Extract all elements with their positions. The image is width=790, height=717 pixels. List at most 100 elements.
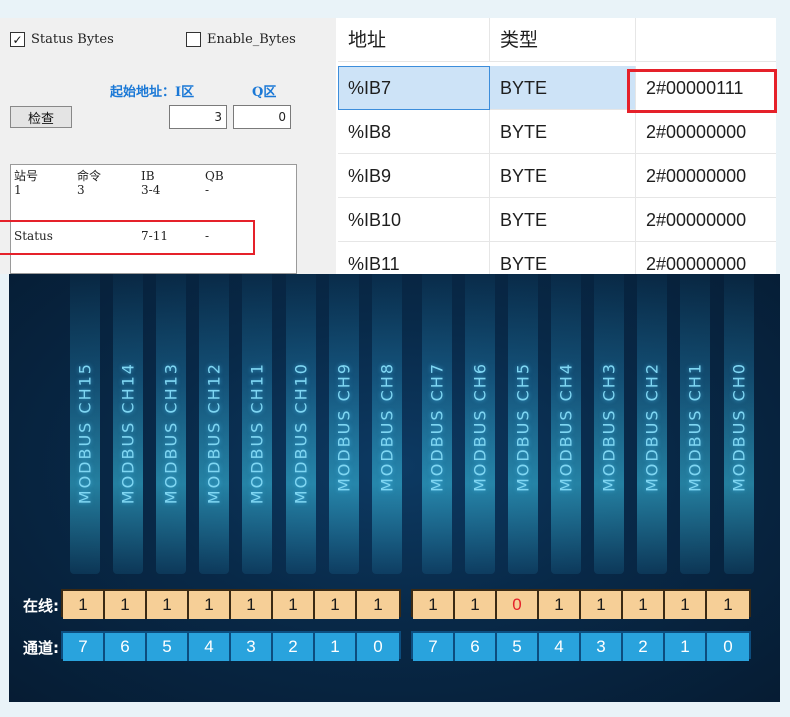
channel-number: 2 (273, 633, 315, 661)
header-type: 类型 (490, 18, 636, 62)
online-bit: 1 (623, 591, 665, 619)
channel-bits-high: 76543210 (61, 631, 401, 661)
channel-name: MODBUS CH14 (118, 362, 138, 505)
cell-station: 1 (14, 183, 22, 197)
online-bit: 1 (315, 591, 357, 619)
online-bit: 1 (105, 591, 147, 619)
status-bytes-checkbox[interactable]: ✓ Status Bytes (10, 32, 114, 47)
table-header: 地址 类型 (338, 18, 776, 62)
cell-ib: 3-4 (141, 183, 161, 197)
check-button[interactable]: 检查 (10, 106, 72, 128)
online-bit: 1 (231, 591, 273, 619)
channel-column-label: MODBUS CH14 (113, 274, 143, 574)
online-row-label: 在线: (23, 597, 59, 615)
channel-column-label: MODBUS CH12 (199, 274, 229, 574)
table-row[interactable]: %IB10 BYTE 2#00000000 (338, 198, 776, 242)
channel-name: MODBUS CH9 (334, 362, 354, 493)
value-highlight-box (627, 69, 777, 113)
channel-name: MODBUS CH7 (427, 362, 447, 493)
status-bytes-label: Status Bytes (31, 32, 114, 47)
q-start-address-input[interactable]: 0 (233, 105, 291, 129)
online-bit: 1 (539, 591, 581, 619)
channel-column-label: MODBUS CH2 (637, 274, 667, 574)
online-bit: 1 (357, 591, 399, 619)
channel-number: 4 (539, 633, 581, 661)
enable-bytes-checkbox[interactable]: Enable_Bytes (186, 32, 296, 47)
online-bit: 1 (665, 591, 707, 619)
channel-name: MODBUS CH0 (729, 362, 749, 493)
channel-column-label: MODBUS CH11 (242, 274, 272, 574)
channel-name: MODBUS CH13 (161, 362, 181, 505)
channel-number: 6 (455, 633, 497, 661)
cell-type: BYTE (490, 242, 636, 274)
online-bit: 1 (581, 591, 623, 619)
cell-type: BYTE (490, 110, 636, 154)
online-bit: 1 (707, 591, 749, 619)
channel-name: MODBUS CH6 (470, 362, 490, 493)
i-start-address-input[interactable]: 3 (169, 105, 227, 129)
cell-value: 2#00000000 (636, 198, 776, 242)
channel-number: 7 (63, 633, 105, 661)
header-ib: IB (141, 169, 155, 183)
channel-number: 6 (105, 633, 147, 661)
channel-number: 4 (189, 633, 231, 661)
online-bits-low: 11011111 (411, 589, 751, 619)
channel-number: 0 (357, 633, 399, 661)
channel-column-label: MODBUS CH10 (286, 274, 316, 574)
online-bit: 1 (455, 591, 497, 619)
online-bit: 0 (497, 591, 539, 619)
channel-name: MODBUS CH8 (377, 362, 397, 493)
channel-name: MODBUS CH10 (291, 362, 311, 505)
checkbox-checked-icon: ✓ (10, 32, 25, 47)
header-value (636, 18, 776, 62)
channel-number: 2 (623, 633, 665, 661)
channel-name: MODBUS CH5 (513, 362, 533, 493)
q-area-label: Q区 (252, 85, 277, 100)
online-bits-high: 11111111 (61, 589, 401, 619)
table-row[interactable]: %IB8 BYTE 2#00000000 (338, 110, 776, 154)
channel-column-label: MODBUS CH1 (680, 274, 710, 574)
modbus-channel-dashboard: MODBUS CH15 MODBUS CH14 MODBUS CH13 MODBUS … (9, 274, 780, 702)
online-bit: 1 (273, 591, 315, 619)
channel-number: 3 (581, 633, 623, 661)
table-row[interactable]: %IB11 BYTE 2#00000000 (338, 242, 776, 274)
station-list[interactable]: 站号 命令 IB QB 1 3 3-4 - 1 3 5-6 - Status 7… (10, 164, 297, 274)
channel-column-label: MODBUS CH15 (70, 274, 100, 574)
channel-number: 1 (315, 633, 357, 661)
channel-column-label: MODBUS CH5 (508, 274, 538, 574)
cell-address: %IB8 (338, 110, 490, 154)
cell-value: 2#00000000 (636, 110, 776, 154)
cell-value: 2#00000000 (636, 242, 776, 274)
channel-number: 0 (707, 633, 749, 661)
cell-type: BYTE (490, 154, 636, 198)
cell-address: %IB11 (338, 242, 490, 274)
online-bit: 1 (63, 591, 105, 619)
address-table: 地址 类型 %IB7 BYTE 2#00000111 %IB8 BYTE 2#0… (336, 18, 776, 274)
channel-column-label: MODBUS CH13 (156, 274, 186, 574)
cell-qb: - (205, 183, 210, 197)
channel-name: MODBUS CH12 (204, 362, 224, 505)
channel-number: 5 (147, 633, 189, 661)
channel-column-label: MODBUS CH3 (594, 274, 624, 574)
channel-name: MODBUS CH4 (556, 362, 576, 493)
channel-number: 1 (665, 633, 707, 661)
channel-name: MODBUS CH11 (247, 362, 267, 505)
table-row[interactable]: %IB9 BYTE 2#00000000 (338, 154, 776, 198)
cell-address: %IB10 (338, 198, 490, 242)
channel-name: MODBUS CH1 (685, 362, 705, 493)
channel-number: 3 (231, 633, 273, 661)
channel-column-label: MODBUS CH8 (372, 274, 402, 574)
channel-column-label: MODBUS CH7 (422, 274, 452, 574)
online-bit: 1 (189, 591, 231, 619)
channel-number: 5 (497, 633, 539, 661)
channel-name: MODBUS CH15 (75, 362, 95, 505)
channel-column-label: MODBUS CH4 (551, 274, 581, 574)
header-address: 地址 (338, 18, 490, 62)
checkbox-unchecked-icon (186, 32, 201, 47)
channel-number: 7 (413, 633, 455, 661)
cell-command: 3 (77, 183, 85, 197)
channel-name: MODBUS CH3 (599, 362, 619, 493)
channel-column-label: MODBUS CH9 (329, 274, 359, 574)
channel-bits-low: 76543210 (411, 631, 751, 661)
channel-row-label: 通道: (23, 639, 59, 657)
